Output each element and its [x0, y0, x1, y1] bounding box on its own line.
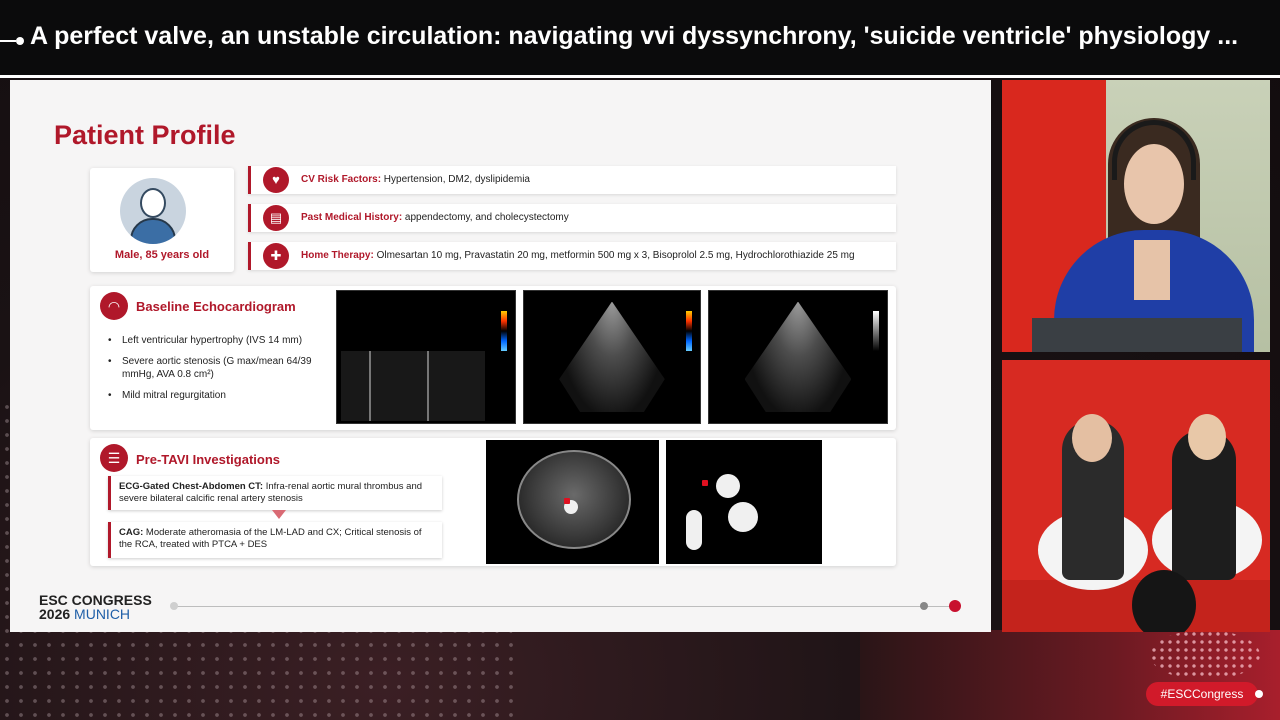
presentation-slide: Patient Profile Male, 85 years old ♥ CV … — [10, 80, 991, 632]
medical-history-text: Past Medical History: appendectomy, and … — [301, 212, 569, 223]
ultrasound-icon: ◠ — [100, 292, 128, 320]
hashtag-badge: #ESCCongress — [1146, 682, 1258, 706]
progress-marker-dot — [920, 602, 928, 610]
title-dot-decoration — [16, 37, 24, 45]
patient-label: Male, 85 years old — [114, 249, 210, 261]
tavi-title: Pre-TAVI Investigations — [136, 452, 280, 467]
panelist-head — [1188, 414, 1226, 460]
avatar-body — [130, 218, 176, 244]
podium — [1032, 318, 1242, 352]
title-underline-accent — [0, 75, 68, 78]
home-therapy-value: Olmesartan 10 mg, Pravastatin 20 mg, met… — [373, 250, 855, 261]
pill-icon: ✚ — [263, 243, 289, 269]
echo-section: ◠ Baseline Echocardiogram Left ventricul… — [90, 286, 896, 430]
background-dot-cluster — [1150, 630, 1260, 680]
echo-sector — [744, 301, 852, 413]
echo-finding: Severe aortic stenosis (G max/mean 64/39… — [108, 355, 328, 381]
color-scale-bar — [686, 311, 692, 351]
progress-start-dot — [170, 602, 178, 610]
esc-congress-logo-line2: 2026 MUNICH — [39, 606, 130, 622]
medical-history-label: Past Medical History: — [301, 212, 403, 223]
progress-current-dot — [949, 600, 961, 612]
patient-card: Male, 85 years old — [90, 168, 234, 272]
arrow-down-icon — [272, 510, 286, 519]
ct-chest-image — [666, 440, 822, 564]
doppler-waveform — [341, 351, 485, 421]
ct-red-arrow-marker — [564, 498, 570, 504]
home-therapy-label: Home Therapy: — [301, 250, 374, 261]
elderly-man-avatar-icon — [120, 178, 186, 244]
cag-label: CAG: — [119, 527, 144, 538]
ct-vessel — [716, 474, 740, 498]
risk-factors-text: CV Risk Factors: Hypertension, DM2, dysl… — [301, 174, 530, 185]
speaker-neck — [1134, 240, 1170, 300]
ct-vessel — [728, 502, 758, 532]
info-row-medical-history: ▤ Past Medical History: appendectomy, an… — [248, 204, 896, 232]
echo-finding: Mild mitral regurgitation — [108, 389, 328, 402]
ct-red-arrow-marker — [702, 480, 708, 486]
clipboard-list-icon: ☰ — [100, 444, 128, 472]
cag-text: Moderate atheromasia of the LM-LAD and C… — [119, 527, 422, 550]
home-therapy-text: Home Therapy: Olmesartan 10 mg, Pravasta… — [301, 250, 855, 261]
heart-pulse-icon: ♥ — [263, 167, 289, 193]
echo-finding: Left ventricular hypertrophy (IVS 14 mm) — [108, 334, 328, 347]
echo-color-image — [523, 290, 701, 424]
title-dash-decoration — [0, 40, 16, 42]
gray-scale-bar — [873, 311, 879, 351]
speaker-camera-feed — [1002, 80, 1270, 352]
brand-year: 2026 — [39, 606, 71, 622]
slide-title: Patient Profile — [54, 120, 236, 150]
medical-history-value: appendectomy, and cholecystectomy — [402, 212, 569, 223]
slide-progress-track — [174, 606, 954, 607]
risk-factors-value: Hypertension, DM2, dyslipidemia — [381, 174, 530, 185]
brand-city: MUNICH — [74, 606, 131, 622]
audience-head — [1132, 570, 1196, 632]
cag-finding-box: CAG: Moderate atheromasia of the LM-LAD … — [108, 522, 442, 558]
panel-camera-feed — [1002, 360, 1270, 632]
echo-2d-image — [708, 290, 888, 424]
info-row-risk-factors: ♥ CV Risk Factors: Hypertension, DM2, dy… — [248, 166, 896, 194]
color-scale-bar — [501, 311, 507, 351]
echo-sector — [559, 301, 665, 413]
info-row-home-therapy: ✚ Home Therapy: Olmesartan 10 mg, Pravas… — [248, 242, 896, 270]
panelist-head — [1072, 414, 1112, 462]
avatar-head — [140, 188, 166, 218]
echo-title: Baseline Echocardiogram — [136, 299, 296, 314]
session-title: A perfect valve, an unstable circulation… — [30, 22, 1239, 50]
ct-vessel — [686, 510, 702, 550]
risk-factors-label: CV Risk Factors: — [301, 174, 382, 185]
clipboard-icon: ▤ — [263, 205, 289, 231]
ct-finding-box: ECG-Gated Chest-Abdomen CT: Infra-renal … — [108, 476, 442, 510]
session-title-bar: A perfect valve, an unstable circulation… — [0, 0, 1280, 78]
echo-doppler-image — [336, 290, 516, 424]
ct-abdomen-image — [486, 440, 659, 564]
ct-body-section — [517, 449, 632, 550]
ct-label: ECG-Gated Chest-Abdomen CT: — [119, 481, 264, 492]
echo-findings-list: Left ventricular hypertrophy (IVS 14 mm)… — [108, 334, 328, 410]
tavi-section: ☰ Pre-TAVI Investigations ECG-Gated Ches… — [90, 438, 896, 566]
hashtag-dot-decoration — [1255, 690, 1263, 698]
